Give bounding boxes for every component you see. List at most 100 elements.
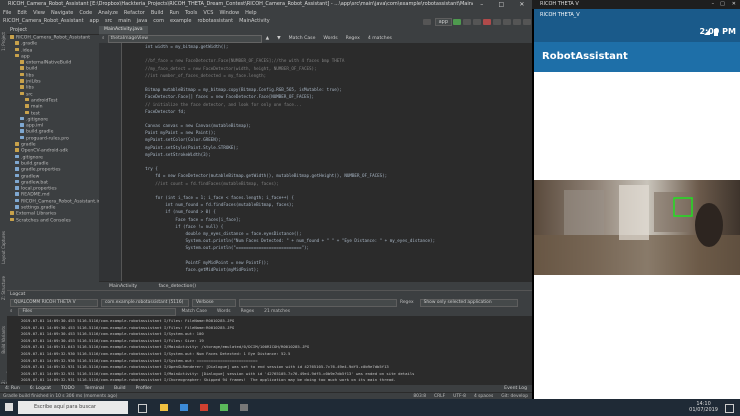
code-view[interactable]: int width = my_bitmap.getWidth(); //bf_f… [125, 43, 530, 281]
notification-icon[interactable] [725, 404, 734, 413]
build-icon[interactable] [422, 18, 431, 25]
log-line: 2019-07-01 14:09:30.453 5116-5116/com.ex… [21, 331, 204, 337]
words-checkbox[interactable]: Words [319, 34, 341, 43]
menu-analyze[interactable]: Analyze [95, 10, 121, 16]
find-next-icon[interactable]: ▼ [273, 34, 285, 43]
mirror-minimize-icon[interactable]: – [709, 0, 718, 9]
logcat-filters: QUALCOMM RICOH THETA V com.example.robot… [7, 298, 532, 307]
project-tool-tab[interactable]: 1: Project [1, 32, 6, 51]
stop-icon[interactable] [483, 18, 491, 25]
folder-icon [25, 97, 29, 102]
device-select[interactable]: QUALCOMM RICOH THETA V [10, 298, 98, 307]
folder-icon [20, 60, 24, 64]
menu-help[interactable]: Help [242, 10, 259, 16]
debug-icon[interactable] [463, 18, 471, 25]
tree-item-label: build.gradle [21, 161, 49, 167]
maximize-icon[interactable]: □ [498, 1, 504, 8]
folder-icon [20, 91, 24, 96]
task-view-icon[interactable] [138, 404, 147, 413]
edge-icon[interactable] [180, 404, 188, 411]
tree-item-label: app [21, 54, 30, 60]
breadcrumb-robotassistant[interactable]: robotassistant [194, 17, 236, 26]
chrome-icon[interactable] [200, 404, 208, 411]
code-line: PointF myMidPoint = new PointF(); [125, 259, 269, 265]
breadcrumb-src[interactable]: src [102, 17, 115, 26]
sdk-manager-icon[interactable] [513, 18, 521, 25]
taskbar-search-input[interactable]: Escribe aquí para buscar [18, 401, 128, 414]
breadcrumb-project[interactable]: RICOH_Camera_Robot_Assistant [0, 17, 87, 26]
menu-tools[interactable]: Tools [182, 10, 200, 16]
regex-toggle[interactable]: Regex [397, 298, 417, 307]
menu-code[interactable]: Code [76, 10, 95, 16]
menu-navigate[interactable]: Navigate [48, 10, 76, 16]
logcat-output[interactable]: 2019-07-01 14:09:30.453 5116-5116/com.ex… [21, 318, 531, 385]
device-status-bar: RICOH THETA_V 2:09 PM [534, 9, 740, 42]
breadcrumb-mainactivity[interactable]: MainActivity [236, 17, 273, 26]
filter-select[interactable]: Show only selected application [419, 298, 518, 307]
close-icon[interactable]: ✕ [519, 1, 524, 8]
logcat-match-case[interactable]: Match Case [176, 307, 212, 316]
find-prev-icon[interactable]: ▲ [262, 34, 274, 43]
profile-icon[interactable] [473, 18, 481, 25]
menu-view[interactable]: View [30, 10, 48, 16]
find-input[interactable]: thetaImageView [107, 34, 262, 43]
editor-breadcrumb-class[interactable]: MainActivity [99, 284, 147, 289]
breadcrumb-java[interactable]: java [134, 17, 150, 26]
mirror-close-icon[interactable]: ✕ [728, 0, 740, 9]
logcat-regex[interactable]: Regex [236, 307, 260, 316]
tree-item-label: RICOH_Camera_Robot_Assistant [16, 35, 90, 41]
logcat-search-input[interactable] [239, 298, 397, 307]
breadcrumb-com[interactable]: com [150, 17, 167, 26]
breadcrumb-main[interactable]: main [115, 17, 134, 26]
tree-item[interactable]: Scratches and Consoles [7, 217, 99, 224]
sync-icon[interactable] [493, 18, 501, 25]
windows-taskbar: Escribe aquí para buscar 14:10 01/07/201… [0, 399, 740, 416]
regex-checkbox[interactable]: Regex [342, 34, 364, 43]
mirror-maximize-icon[interactable]: □ [717, 0, 728, 9]
folder-icon [20, 66, 24, 70]
structure-tool-tab[interactable]: Z: Structure [1, 276, 6, 300]
editor-breadcrumb-method[interactable]: face_detection() [149, 284, 206, 289]
log-line: 2019-07-01 14:09:30.453 5116-5116/com.ex… [21, 337, 204, 343]
minimize-icon[interactable]: – [480, 1, 483, 8]
search-icon[interactable] [523, 18, 531, 25]
file-icon [15, 173, 19, 178]
tab-mainactivity[interactable]: MainActivity.java [99, 26, 148, 34]
tree-item-label: libs [26, 85, 34, 91]
menu-build[interactable]: Build [148, 10, 167, 16]
logcat-words[interactable]: Words [212, 307, 236, 316]
device-label: RICOH THETA_V [540, 12, 580, 18]
app-title: RobotAssistant [534, 42, 740, 72]
menu-file[interactable]: File [0, 10, 14, 16]
process-select[interactable]: com.example.robotassistant (5116) [101, 298, 189, 307]
layout-captures-tool-tab[interactable]: Layout Captures [1, 231, 6, 264]
file-explorer-icon[interactable] [160, 404, 168, 411]
menu-refactor[interactable]: Refactor [121, 10, 148, 16]
run-icon[interactable] [453, 18, 461, 25]
menu-edit[interactable]: Edit [14, 10, 30, 16]
mirror-title-bar: RICOH THETA V – □ ✕ [532, 0, 740, 9]
project-panel-header[interactable]: Project [7, 26, 99, 35]
breadcrumb-app[interactable]: app [87, 17, 102, 26]
breadcrumb-example[interactable]: example [167, 17, 195, 26]
logcat-find-search-icon: ⌕ [10, 309, 13, 314]
menu-window[interactable]: Window [216, 10, 242, 16]
menu-run[interactable]: Run [166, 10, 182, 16]
file-icon [15, 160, 19, 165]
menu-vcs[interactable]: VCS [200, 10, 216, 16]
match-case-checkbox[interactable]: Match Case [285, 34, 320, 43]
windows-start-icon[interactable] [5, 403, 13, 411]
tree-item-label: jniLibs [26, 79, 41, 85]
panorama-image[interactable] [534, 180, 740, 275]
log-level-select[interactable]: Verbose [192, 298, 236, 307]
vysor-icon[interactable] [240, 404, 248, 411]
file-icon [20, 123, 24, 127]
logcat-find-input[interactable]: Files [18, 307, 177, 316]
android-studio-icon[interactable] [220, 404, 228, 411]
avd-manager-icon[interactable] [503, 18, 511, 25]
run-config-select[interactable]: app [434, 17, 452, 26]
build-variants-tool-tab[interactable]: Build Variants [1, 326, 6, 354]
